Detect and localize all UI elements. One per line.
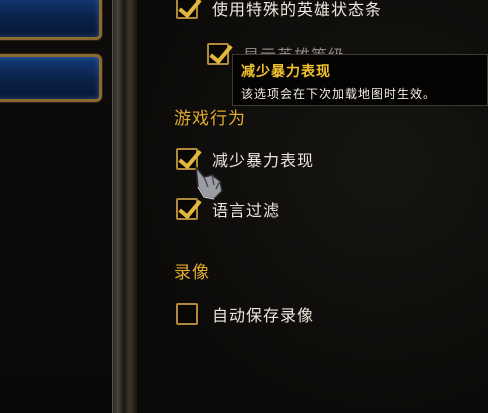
option-auto-save-replay[interactable]: 自动保存录像 [176, 302, 314, 326]
menu-button-top[interactable] [0, 0, 102, 40]
hero-level-checkbox[interactable] [207, 43, 229, 65]
menu-button-bottom[interactable] [0, 54, 102, 102]
panel-divider-rail [112, 0, 138, 413]
tooltip-body: 该选项会在下次加载地图时生效。 [241, 87, 437, 101]
hero-status-bar-label: 使用特殊的英雄状态条 [212, 0, 383, 19]
section-title-gameplay: 游戏行为 [174, 109, 246, 129]
auto-save-replay-checkbox[interactable] [176, 303, 198, 325]
section-title-replay: 录像 [174, 263, 210, 283]
option-hero-status-bar[interactable]: 使用特殊的英雄状态条 [176, 0, 382, 20]
auto-save-replay-label: 自动保存录像 [212, 306, 315, 325]
left-menu-panel [0, 0, 112, 413]
tooltip-title: 减少暴力表现 [241, 64, 331, 80]
tooltip: 减少暴力表现 该选项会在下次加载地图时生效。 [232, 54, 488, 106]
hero-status-bar-checkbox[interactable] [176, 0, 198, 19]
hand-cursor-icon [195, 164, 223, 200]
